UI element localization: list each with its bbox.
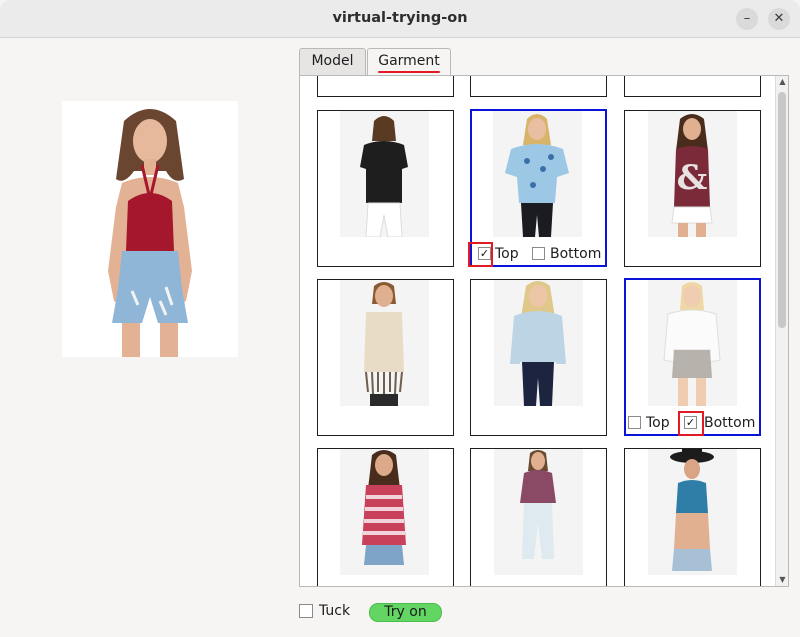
- garment-cell[interactable]: [317, 279, 454, 436]
- garment-photo-light-blue-sweater: [494, 280, 583, 406]
- tab-garment[interactable]: Garment: [367, 48, 451, 76]
- tab-model[interactable]: Model: [299, 48, 366, 75]
- minimize-button[interactable]: –: [736, 8, 758, 30]
- garment-cell[interactable]: [470, 279, 607, 436]
- garment-photo-purple-crop-top: [494, 449, 583, 575]
- close-icon: ✕: [773, 11, 785, 26]
- title-bar: virtual-trying-on – ✕: [0, 0, 800, 38]
- garment-photo-white-top-grey-shorts: [648, 280, 737, 406]
- tab-garment-label: Garment: [378, 53, 440, 69]
- garment-cell[interactable]: &: [624, 110, 761, 267]
- scroll-thumb[interactable]: [778, 92, 786, 328]
- top-checkbox[interactable]: [628, 416, 641, 429]
- bottom-checkbox[interactable]: [532, 247, 545, 260]
- try-on-label: Try on: [384, 604, 427, 620]
- garment-cell[interactable]: [317, 448, 454, 586]
- checkbox-highlight: [468, 242, 493, 267]
- garment-cell[interactable]: [317, 110, 454, 267]
- garment-cell[interactable]: [470, 448, 607, 586]
- garment-photo-teal-crop-top: [648, 449, 737, 575]
- checkbox-highlight: [678, 411, 704, 436]
- garment-cell[interactable]: [624, 448, 761, 586]
- top-label: Top: [646, 415, 670, 431]
- active-tab-indicator: [378, 71, 440, 73]
- garment-cell-selected[interactable]: ✓ Top Bottom: [468, 109, 607, 267]
- garment-cell-partial[interactable]: [317, 76, 454, 97]
- close-button[interactable]: ✕: [768, 8, 790, 30]
- tuck-label: Tuck: [319, 603, 351, 619]
- scroll-down-arrow-icon[interactable]: ▼: [776, 574, 788, 586]
- garment-photo-black-lace-top: [340, 111, 429, 237]
- garment-photo-crochet-fringe-top: [340, 280, 429, 406]
- vertical-scrollbar[interactable]: ▲ ▼: [775, 76, 788, 586]
- model-photo: [62, 101, 238, 357]
- svg-text:&: &: [677, 158, 708, 198]
- tab-model-label: Model: [311, 53, 354, 69]
- try-on-button[interactable]: Try on: [369, 603, 442, 622]
- tuck-checkbox[interactable]: [299, 604, 313, 618]
- model-preview-image: [62, 101, 238, 357]
- bottom-label: Bottom: [550, 246, 602, 262]
- top-label: Top: [495, 246, 519, 262]
- window-title: virtual-trying-on: [332, 10, 468, 26]
- minimize-icon: –: [743, 11, 751, 26]
- garment-cell-partial[interactable]: [470, 76, 607, 97]
- garment-photo-blue-floral-top: [493, 111, 582, 237]
- garment-photo-red-striped-tank: [340, 449, 429, 575]
- scroll-up-arrow-icon[interactable]: ▲: [776, 76, 788, 88]
- bottom-label: Bottom: [704, 415, 756, 431]
- garment-cell-partial[interactable]: [624, 76, 761, 97]
- garment-panel: ✓ Top Bottom & Top ✓ Bottom ▲ ▼: [299, 75, 789, 587]
- garment-cell-selected[interactable]: Top ✓ Bottom: [624, 278, 761, 436]
- garment-photo-maroon-ampersand-tank: &: [648, 111, 737, 237]
- garment-grid[interactable]: ✓ Top Bottom & Top ✓ Bottom: [300, 76, 775, 586]
